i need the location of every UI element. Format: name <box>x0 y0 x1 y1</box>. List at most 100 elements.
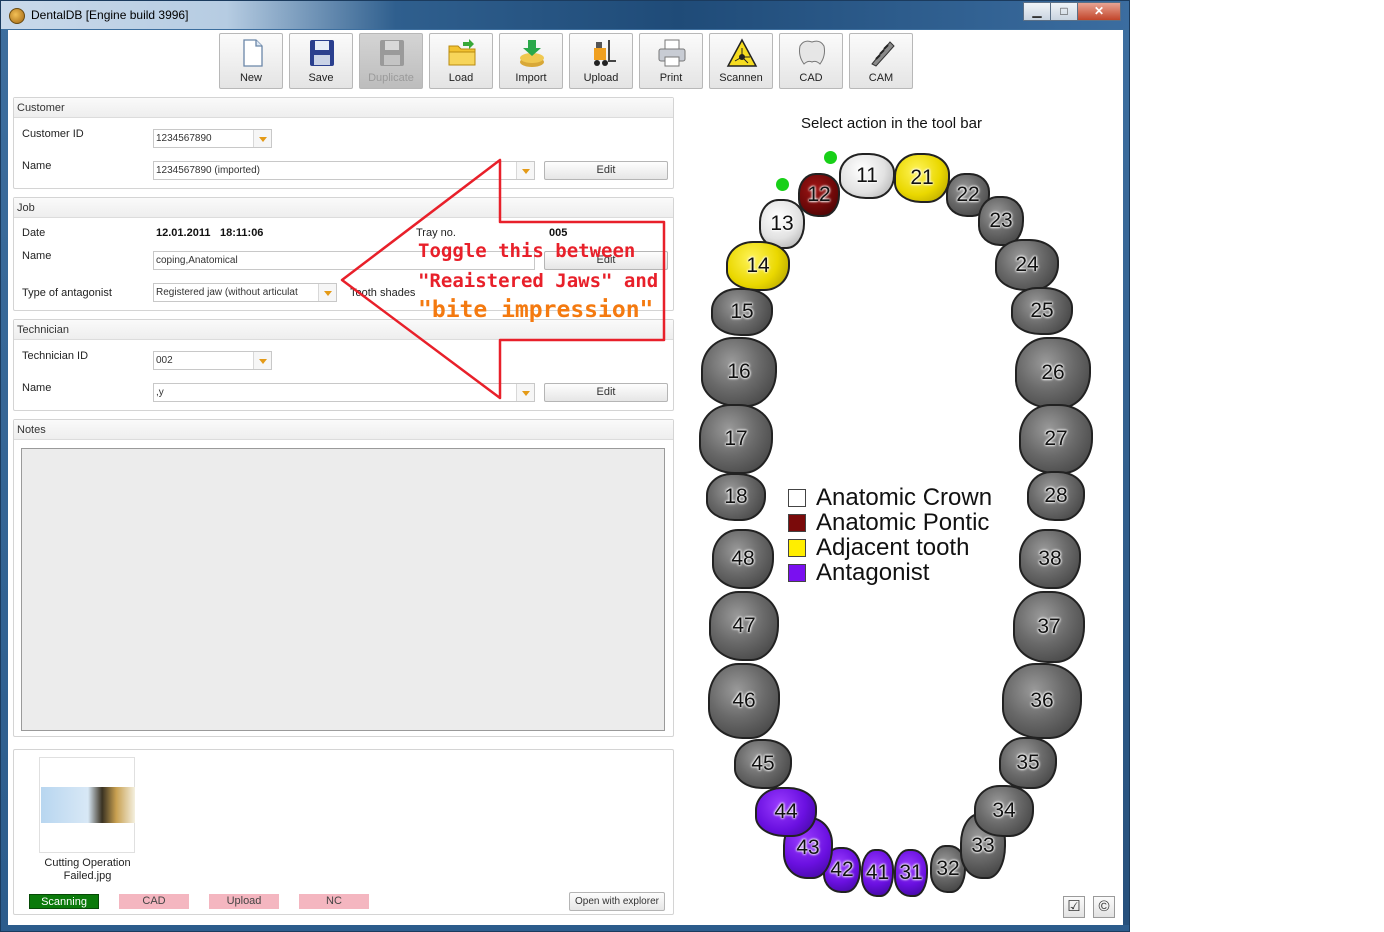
window-border <box>1123 30 1129 925</box>
tooth-shades-label: Tooth shades <box>350 287 416 299</box>
job-date-label: Date <box>22 227 46 239</box>
customer-panel-header: Customer <box>14 98 673 118</box>
technician-id-value: 002 <box>156 355 173 366</box>
customer-id-value: 1234567890 <box>156 133 212 144</box>
tooth-26[interactable]: 26 <box>1015 337 1091 409</box>
print-button[interactable]: Print <box>639 33 703 89</box>
tooth-37[interactable]: 37 <box>1013 591 1085 663</box>
printer-icon <box>658 39 686 67</box>
tooth-28[interactable]: 28 <box>1027 471 1085 521</box>
job-name-value: coping,Anatomical <box>156 255 238 266</box>
tooth-47[interactable]: 47 <box>709 591 779 661</box>
save-button-label: Save <box>308 72 334 84</box>
scan-button[interactable]: Scannen <box>709 33 773 89</box>
technician-id-combo[interactable]: 002 <box>153 351 272 370</box>
app-window: DentalDB [Engine build 3996] ▁ □ ✕ New S… <box>0 0 1130 932</box>
open-with-explorer-button[interactable]: Open with explorer <box>569 892 665 911</box>
milling-tool-icon <box>871 41 895 67</box>
tooth-18[interactable]: 18 <box>706 473 766 521</box>
antagonist-type-value: Registered jaw (without articulat <box>156 287 298 298</box>
tooth-35[interactable]: 35 <box>999 737 1057 789</box>
technician-name-combo[interactable]: ,y <box>153 383 535 402</box>
new-button[interactable]: New <box>219 33 283 89</box>
technician-panel: Technician Technician ID 002 Name ,y Edi… <box>13 319 674 411</box>
title-bar[interactable]: DentalDB [Engine build 3996] ▁ □ ✕ <box>1 1 1129 29</box>
tooth-24[interactable]: 24 <box>995 239 1059 291</box>
copyright-button[interactable]: © <box>1093 896 1115 918</box>
legend-label: Anatomic Crown <box>816 484 993 511</box>
tooth-25[interactable]: 25 <box>1011 287 1073 335</box>
legend-swatch <box>788 564 806 582</box>
window-title: DentalDB [Engine build 3996] <box>31 8 189 22</box>
tooth-38[interactable]: 38 <box>1019 529 1081 589</box>
tooth-15[interactable]: 15 <box>711 288 773 336</box>
upload-button-label: Upload <box>583 72 619 84</box>
technician-panel-header: Technician <box>14 320 673 340</box>
customer-id-combo[interactable]: 1234567890 <box>153 129 272 148</box>
save-button[interactable]: Save <box>289 33 353 89</box>
cad-button-label: CAD <box>799 72 823 84</box>
file-thumbnail[interactable] <box>39 757 135 853</box>
legend-label: Adjacent tooth <box>816 534 970 561</box>
customer-panel: Customer Customer ID 1234567890 Name 123… <box>13 97 674 189</box>
print-button-label: Print <box>659 72 683 84</box>
tooth-16[interactable]: 16 <box>701 337 777 407</box>
legend-label: Antagonist <box>816 559 930 586</box>
tooth-21[interactable]: 21 <box>894 153 950 203</box>
antagonist-type-label: Type of antagonist <box>22 287 112 299</box>
tooth-34[interactable]: 34 <box>974 785 1034 837</box>
tooth-46[interactable]: 46 <box>708 663 780 739</box>
legend-item: Anatomic Crown <box>788 484 992 512</box>
antagonist-type-combo[interactable]: Registered jaw (without articulat <box>153 283 337 302</box>
customer-name-combo[interactable]: 1234567890 (imported) <box>153 161 535 180</box>
cad-button[interactable]: CAD <box>779 33 843 89</box>
tooth-31[interactable]: 31 <box>894 849 928 897</box>
confirm-check-button[interactable]: ☑ <box>1063 896 1085 918</box>
duplicate-button[interactable]: Duplicate <box>359 33 423 89</box>
legend-swatch <box>788 539 806 557</box>
job-date-value: 12.01.2011 <box>156 227 211 239</box>
thumbnail-image <box>41 787 135 823</box>
legend-item: Adjacent tooth <box>788 534 969 562</box>
notes-panel-header: Notes <box>14 420 673 440</box>
import-button[interactable]: Import <box>499 33 563 89</box>
close-button[interactable]: ✕ <box>1077 2 1121 21</box>
tray-no-label: Tray no. <box>416 227 456 239</box>
cam-button-label: CAM <box>868 72 894 84</box>
customer-edit-button[interactable]: Edit <box>544 161 668 180</box>
tooth-11[interactable]: 11 <box>839 153 895 199</box>
chevron-down-icon[interactable] <box>516 162 534 179</box>
job-time-value: 18:11:06 <box>220 227 264 239</box>
legend-item: Antagonist <box>788 559 929 587</box>
tooth-41[interactable]: 41 <box>861 849 894 897</box>
tooth-45[interactable]: 45 <box>734 739 792 789</box>
file-name: Cutting Operation Failed.jpg <box>44 857 131 882</box>
duplicate-button-label: Duplicate <box>368 72 414 84</box>
notes-textarea[interactable] <box>21 448 665 731</box>
tooth-48[interactable]: 48 <box>712 529 774 589</box>
chevron-down-icon[interactable] <box>253 352 271 369</box>
cam-button[interactable]: CAM <box>849 33 913 89</box>
tooth-44[interactable]: 44 <box>755 787 817 837</box>
chevron-down-icon[interactable] <box>318 284 336 301</box>
technician-name-value: ,y <box>156 387 164 398</box>
legend-item: Anatomic Pontic <box>788 509 989 537</box>
status-scanning: Scanning <box>29 894 99 909</box>
load-button[interactable]: Load <box>429 33 493 89</box>
chevron-down-icon[interactable] <box>253 130 271 147</box>
chevron-down-icon[interactable] <box>516 384 534 401</box>
tooth-36[interactable]: 36 <box>1002 663 1082 739</box>
marker-dot <box>776 178 789 191</box>
main-toolbar: New Save Duplicate Load Import Upload Pr… <box>219 33 919 89</box>
legend-swatch <box>788 514 806 532</box>
tooth-27[interactable]: 27 <box>1019 404 1093 474</box>
upload-button[interactable]: Upload <box>569 33 633 89</box>
tooth-17[interactable]: 17 <box>699 404 773 474</box>
minimize-button[interactable]: ▁ <box>1023 2 1051 21</box>
technician-edit-button[interactable]: Edit <box>544 383 668 402</box>
maximize-button[interactable]: □ <box>1050 2 1078 21</box>
scan-button-label: Scannen <box>719 72 763 84</box>
tooth-12[interactable]: 12 <box>798 173 840 217</box>
tooth-14[interactable]: 14 <box>726 241 790 291</box>
new-document-icon <box>243 39 263 67</box>
